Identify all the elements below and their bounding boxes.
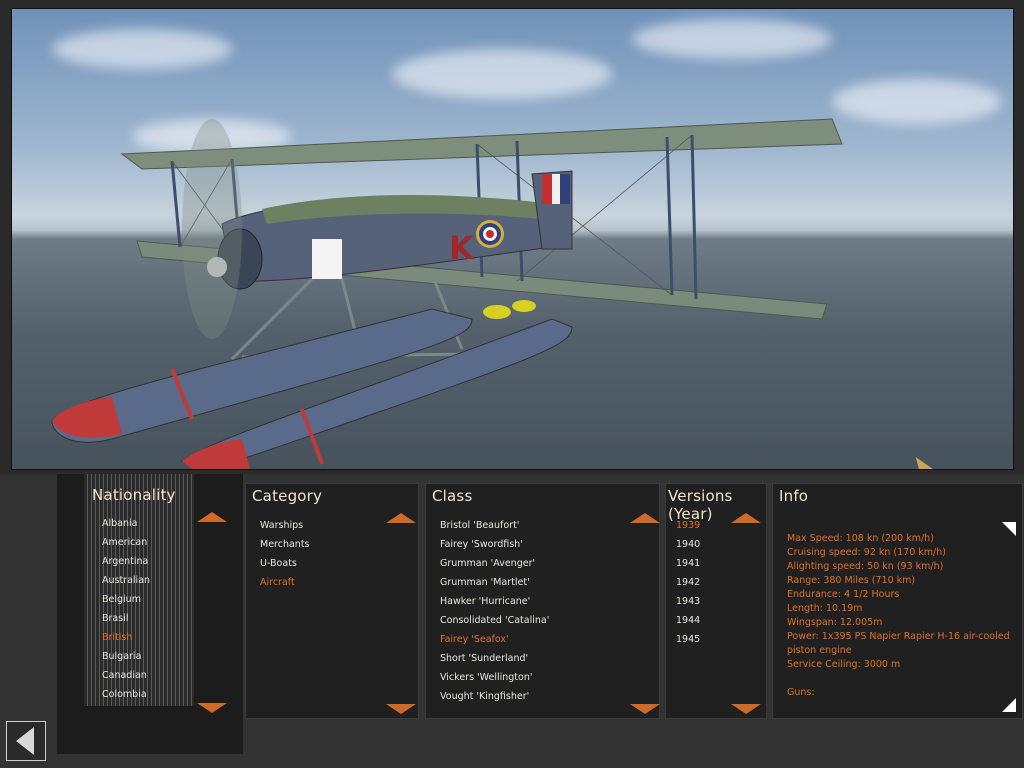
class-scroll-up-icon[interactable] [630, 513, 660, 523]
versions-scroll-up-icon[interactable] [731, 513, 761, 523]
nationality-list-item[interactable]: Colombia [102, 685, 150, 704]
info-scroll-down-icon[interactable] [1002, 698, 1016, 712]
nationality-list-item[interactable]: Australian [102, 571, 150, 590]
nationality-scroll-down-icon[interactable] [197, 703, 227, 713]
category-list-item[interactable]: Merchants [260, 535, 310, 554]
info-line: Length: 10.19m [787, 603, 863, 614]
versions-list-item[interactable]: 1945 [676, 630, 700, 649]
category-list-item[interactable]: Warships [260, 516, 310, 535]
nationality-list-item[interactable]: Argentina [102, 552, 150, 571]
info-line: Service Ceiling: 3000 m [787, 659, 901, 670]
nationality-list-item[interactable]: Bulgaria [102, 647, 150, 666]
info-line: Wingspan: 12.005m [787, 617, 883, 628]
category-title: Category [252, 487, 323, 505]
class-list-item[interactable]: Vickers 'Wellington' [440, 668, 549, 687]
versions-list-item[interactable]: 1944 [676, 611, 700, 630]
info-line: Power: 1x395 PS Napier Rapier H-16 air-c… [787, 631, 1010, 642]
class-list-item[interactable]: Bristol 'Beaufort' [440, 516, 549, 535]
category-panel: Category Warships Merchants U-Boats Aircraf… [245, 483, 419, 719]
versions-list-item[interactable]: 1941 [676, 554, 700, 573]
class-list-item[interactable]: Vought 'Kingfisher' [440, 687, 549, 706]
aircraft-preview-viewport[interactable]: K [11, 8, 1014, 470]
class-title: Class [432, 487, 473, 505]
nationality-list-item[interactable]: Brasil [102, 609, 150, 628]
versions-scroll-down-icon[interactable] [731, 704, 761, 714]
nationality-list-item[interactable]: Albania [102, 514, 150, 533]
category-list-item[interactable]: U-Boats [260, 554, 310, 573]
nationality-list-item[interactable]: American [102, 533, 150, 552]
class-list-item[interactable]: Fairey 'Swordfish' [440, 535, 549, 554]
category-list-item[interactable]: Aircraft [260, 573, 310, 592]
nationality-scroll-up-icon[interactable] [197, 512, 227, 522]
class-list-item[interactable]: Grumman 'Avenger' [440, 554, 549, 573]
info-line: Cruising speed: 92 kn (170 km/h) [787, 547, 946, 558]
class-list-item[interactable]: Hawker 'Hurricane' [440, 592, 549, 611]
nationality-panel: Nationality Albania American Argentina Aust… [57, 474, 243, 754]
nationality-list-item[interactable]: British [102, 628, 150, 647]
info-line: Endurance: 4 1/2 Hours [787, 589, 900, 600]
class-list-item[interactable]: Fairey 'Seafox' [440, 630, 549, 649]
info-line: Range: 380 Miles (710 km) [787, 575, 916, 586]
info-title: Info [779, 487, 809, 505]
class-list[interactable]: Bristol 'Beaufort' Fairey 'Swordfish' Grum… [440, 516, 549, 706]
class-list-item[interactable]: Short 'Sunderland' [440, 649, 549, 668]
info-line [787, 672, 1012, 686]
versions-panel: Versions (Year) 1939 1940 1941 1942 1943 1944… [665, 483, 767, 719]
category-scroll-up-icon[interactable] [386, 513, 416, 523]
class-scroll-down-icon[interactable] [630, 704, 660, 714]
info-line: piston engine [787, 645, 852, 656]
chevron-left-icon [16, 727, 34, 755]
category-scroll-down-icon[interactable] [386, 704, 416, 714]
versions-list-item[interactable]: 1939 [676, 516, 700, 535]
svg-text:K: K [449, 229, 475, 267]
seaplane-model: K [51, 118, 843, 469]
class-list-item[interactable]: Grumman 'Martlet' [440, 573, 549, 592]
class-panel: Class Bristol 'Beaufort' Fairey 'Swordfis… [425, 483, 660, 719]
info-line: Guns: [787, 687, 815, 698]
back-button[interactable] [6, 721, 46, 761]
nationality-title: Nationality [92, 486, 176, 504]
versions-list-item[interactable]: 1940 [676, 535, 700, 554]
info-text: Max Speed: 108 kn (200 km/h) Cruising spe… [787, 532, 1012, 700]
info-line: Alighting speed: 50 kn (93 km/h) [787, 561, 944, 572]
info-line: Max Speed: 108 kn (200 km/h) [787, 533, 934, 544]
info-panel: Info Max Speed: 108 kn (200 km/h) Cruisin… [772, 483, 1023, 719]
versions-list-item[interactable]: 1943 [676, 592, 700, 611]
nationality-list-item[interactable]: Belgium [102, 590, 150, 609]
category-list[interactable]: Warships Merchants U-Boats Aircraft [260, 516, 310, 592]
versions-list[interactable]: 1939 1940 1941 1942 1943 1944 1945 [676, 516, 700, 649]
nationality-list[interactable]: Albania American Argentina Australian Belgiu… [102, 514, 150, 704]
versions-list-item[interactable]: 1942 [676, 573, 700, 592]
class-list-item[interactable]: Consolidated 'Catalina' [440, 611, 549, 630]
nationality-list-item[interactable]: Canadian [102, 666, 150, 685]
